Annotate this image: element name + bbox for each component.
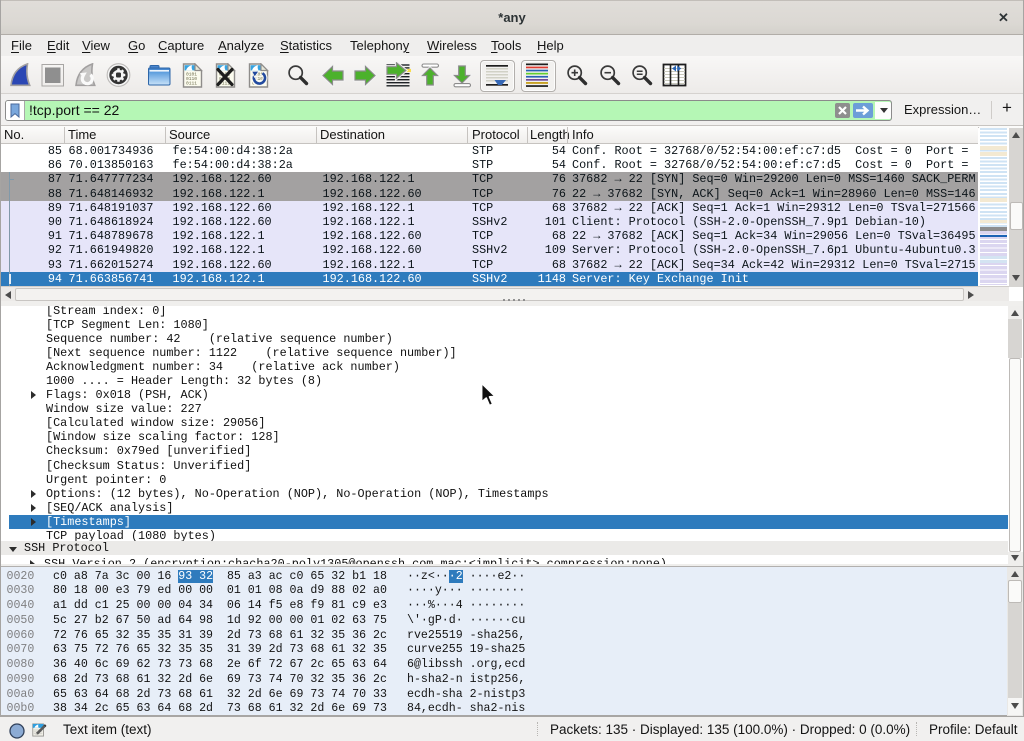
svg-text:0111: 0111 <box>186 81 197 87</box>
